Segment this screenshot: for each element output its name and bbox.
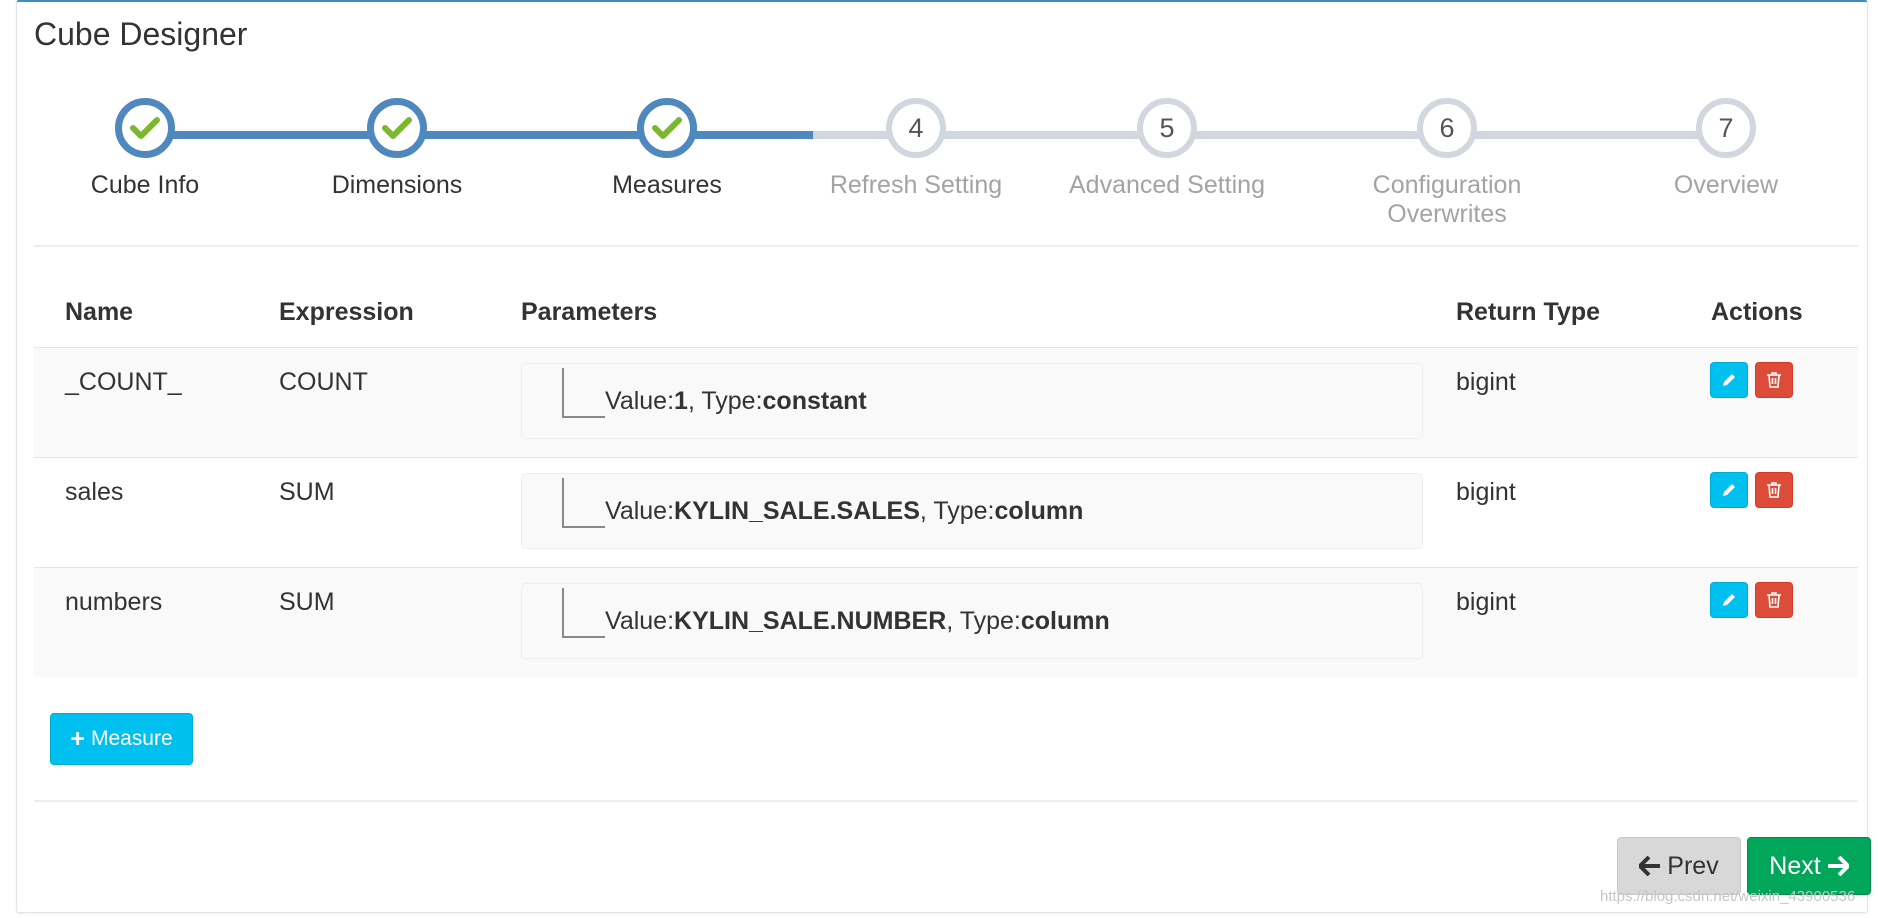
step-number: 4 [908,112,924,143]
step-circle: 7 [1696,98,1756,158]
header-return-type: Return Type [1456,298,1600,326]
step-label: Refresh Setting [829,171,1003,199]
tree-line [562,368,564,418]
type-prefix: , Type: [919,497,995,525]
measure-name: _COUNT_ [65,368,182,396]
check-icon [652,117,682,139]
trash-icon [1767,482,1781,498]
parameters-box: Value:1, Type:constant [521,363,1423,439]
return-type: bigint [1456,368,1516,396]
arrow-right-icon [1827,856,1849,876]
wizard-step[interactable]: Measures [537,98,797,200]
edit-button[interactable] [1710,582,1748,618]
step-label: Overview [1673,171,1779,199]
tree-line [562,478,564,528]
step-circle [115,98,175,158]
add-measure-button[interactable]: + Measure [50,713,193,765]
table-row: sales SUM Value:KYLIN_SALE.SALES, Type:col… [34,457,1858,567]
step-number: 5 [1159,112,1175,143]
measure-expression: SUM [279,588,335,616]
pencil-icon [1723,484,1735,496]
header-name: Name [65,298,134,326]
cube-designer-panel: Cube Designer Cube Info Dimensions Measure… [16,0,1871,913]
prev-button[interactable]: Prev [1617,837,1741,895]
header-actions: Actions [1711,298,1803,326]
value-prefix: Value: [605,497,675,525]
parameter-type: column [1020,607,1110,635]
parameter-text: Value:KYLIN_SALE.SALES, Type:column [605,497,1083,526]
delete-button[interactable] [1755,582,1793,618]
divider [34,800,1858,802]
check-icon [130,117,160,139]
add-measure-label: Measure [90,727,173,750]
wizard-step[interactable]: 6 Configuration Overwrites [1317,98,1577,229]
edit-button[interactable] [1710,472,1748,508]
parameter-value: 1 [674,387,688,415]
wizard-steps: Cube Info Dimensions Measures 4 Refresh Sett… [17,2,1867,252]
parameter-value: KYLIN_SALE.NUMBER [674,607,947,635]
parameter-text: Value:KYLIN_SALE.NUMBER, Type:column [605,607,1110,636]
arrow-left-icon [1639,856,1661,876]
measure-name: numbers [65,588,163,616]
parameters-box: Value:KYLIN_SALE.SALES, Type:column [521,473,1423,549]
next-button[interactable]: Next [1747,837,1871,895]
tree-line [562,588,564,638]
value-prefix: Value: [605,387,675,415]
wizard-step[interactable]: 7 Overview [1596,98,1856,200]
parameter-type: constant [762,387,867,415]
return-type: bigint [1456,588,1516,616]
pencil-icon [1723,594,1735,606]
table-row: _COUNT_ COUNT Value:1, Type:constant bigint [34,347,1858,457]
parameter-value: KYLIN_SALE.SALES [674,497,920,525]
header-expression: Expression [279,298,414,326]
wizard-step[interactable]: 4 Refresh Setting [786,98,1046,200]
measure-expression: SUM [279,478,335,506]
parameter-text: Value:1, Type:constant [605,387,867,416]
step-circle: 6 [1417,98,1477,158]
step-label: Configuration Overwrites [1372,171,1522,228]
next-label: Next [1769,851,1821,880]
delete-button[interactable] [1755,362,1793,398]
step-number: 6 [1439,112,1455,143]
edit-button[interactable] [1710,362,1748,398]
trash-icon [1767,592,1781,608]
value-prefix: Value: [605,607,675,635]
check-icon [382,117,412,139]
wizard-step[interactable]: 5 Advanced Setting [1037,98,1297,200]
type-prefix: , Type: [946,607,1021,635]
measure-name: sales [65,478,124,506]
step-number: 7 [1718,112,1734,143]
table-header: Name Expression Parameters Return Type A… [34,278,1858,348]
step-label: Advanced Setting [1069,171,1265,199]
wizard-step[interactable]: Cube Info [15,98,275,200]
tree-line [562,416,605,418]
step-label: Cube Info [90,171,200,199]
parameters-box: Value:KYLIN_SALE.NUMBER, Type:column [521,583,1423,659]
return-type: bigint [1456,478,1516,506]
pencil-icon [1723,374,1735,386]
divider [34,245,1858,247]
measure-expression: COUNT [279,368,368,396]
prev-label: Prev [1667,851,1719,880]
table-row: numbers SUM Value:KYLIN_SALE.NUMBER, Type:… [34,567,1858,677]
trash-icon [1767,372,1781,388]
step-circle [637,98,697,158]
header-parameters: Parameters [521,298,658,326]
wizard-step[interactable]: Dimensions [267,98,527,200]
parameter-type: column [994,497,1084,525]
tree-line [562,526,605,528]
tree-line [562,636,605,638]
delete-button[interactable] [1755,472,1793,508]
step-label: Measures [612,171,722,199]
step-circle: 5 [1137,98,1197,158]
type-prefix: , Type: [687,387,763,415]
step-circle: 4 [886,98,946,158]
step-circle [367,98,427,158]
step-label: Dimensions [331,171,463,199]
plus-icon: + [70,724,85,753]
watermark: https://blog.csdn.net/weixin_43900536 [1600,888,1856,905]
